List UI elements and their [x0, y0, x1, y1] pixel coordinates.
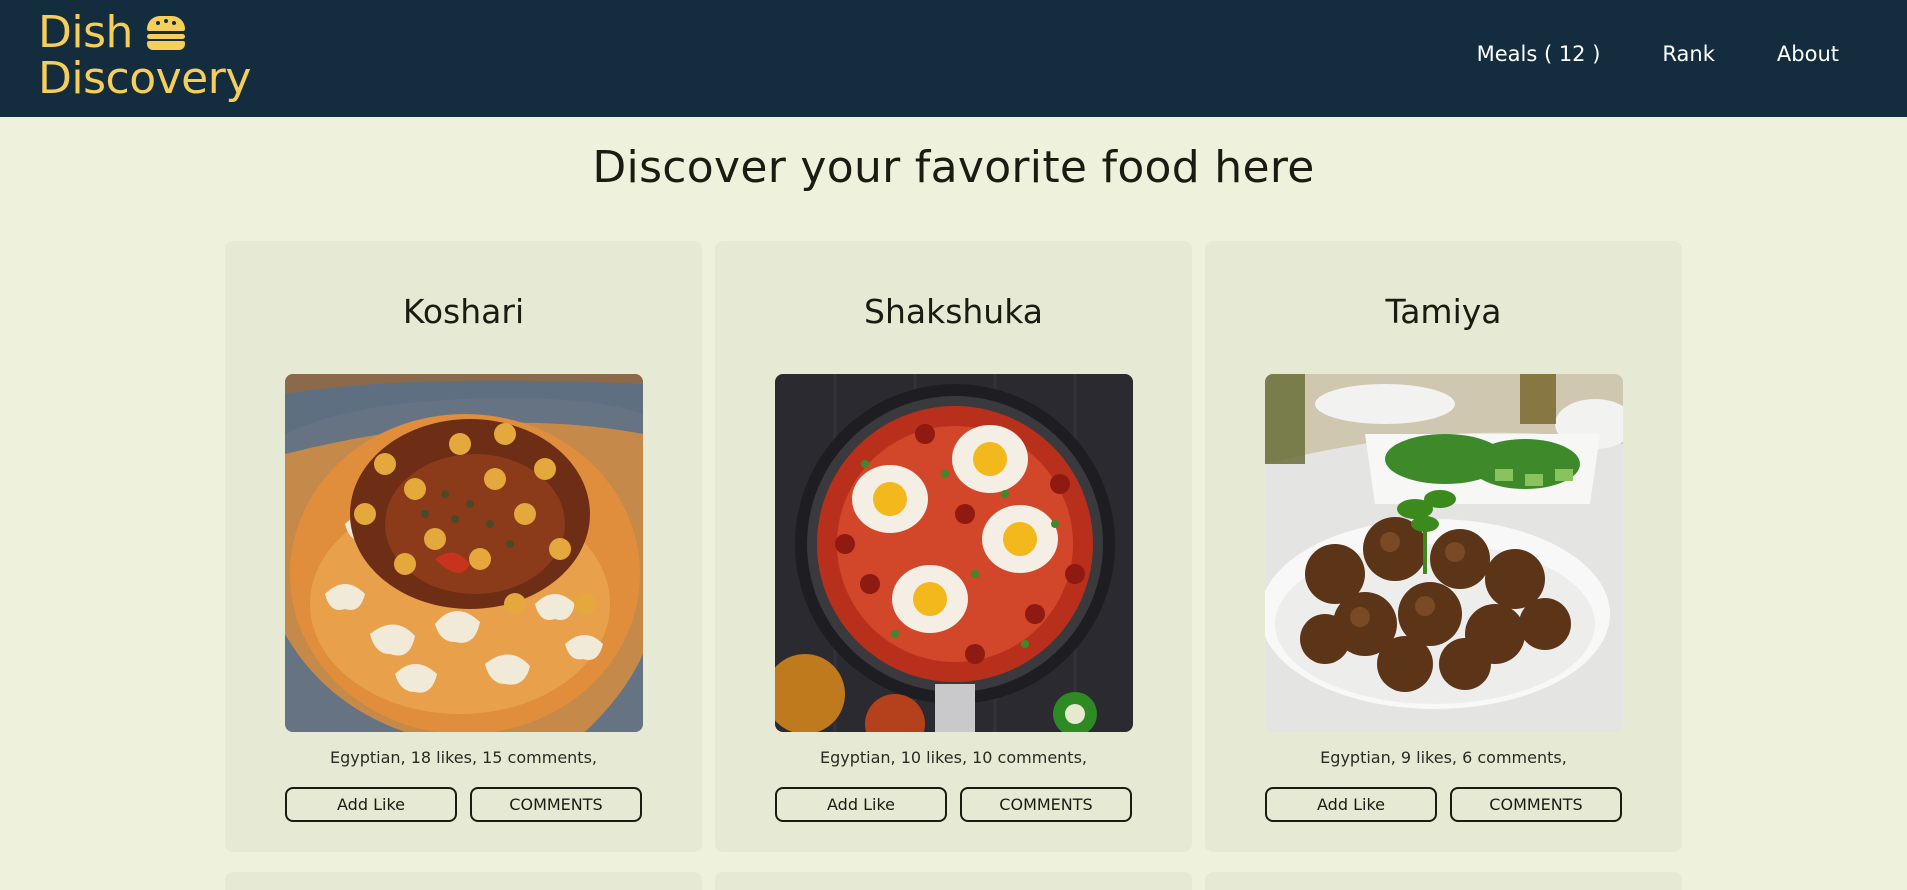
- nav-about-link[interactable]: About: [1777, 42, 1839, 66]
- meal-photo: [775, 374, 1133, 732]
- add-like-button[interactable]: Add Like: [775, 787, 947, 822]
- meal-card: [225, 872, 702, 890]
- nav-rank-link[interactable]: Rank: [1662, 42, 1714, 66]
- add-like-button[interactable]: Add Like: [1265, 787, 1437, 822]
- nav-meals-link[interactable]: Meals ( 12 ): [1477, 42, 1601, 66]
- meal-title: Koshari: [402, 292, 525, 331]
- site-header: Dish Discovery Meals ( 12 ) Rank About: [0, 0, 1907, 117]
- meal-photo: [1265, 374, 1623, 732]
- add-like-button[interactable]: Add Like: [285, 787, 457, 822]
- meal-title: Shakshuka: [864, 292, 1043, 331]
- meal-card: Tamiya Egyptian, 9 likes, 6 comments, Ad…: [1205, 241, 1682, 852]
- comments-button[interactable]: COMMENTS: [470, 787, 642, 822]
- meal-card: Koshari Egyptian, 18 likes, 15 comments,…: [225, 241, 702, 852]
- meal-card: [715, 872, 1192, 890]
- page-title: Discover your favorite food here: [592, 142, 1315, 193]
- comments-button[interactable]: COMMENTS: [960, 787, 1132, 822]
- comments-button[interactable]: COMMENTS: [1450, 787, 1622, 822]
- meal-card: [1205, 872, 1682, 890]
- meal-title: Tamiya: [1385, 292, 1502, 331]
- brand-line-1: Dish: [38, 7, 133, 58]
- meal-grid: Koshari Egyptian, 18 likes, 15 comments,…: [225, 241, 1682, 890]
- meal-photo: [285, 374, 643, 732]
- meal-card: Shakshuka Egyptian, 10 likes, 10 comment…: [715, 241, 1192, 852]
- hamburger-icon: [146, 16, 185, 50]
- brand-logo[interactable]: Dish Discovery: [38, 10, 251, 102]
- brand-line-2: Discovery: [38, 53, 251, 104]
- main-nav: Meals ( 12 ) Rank About: [1477, 42, 1839, 66]
- meal-stats: Egyptian, 10 likes, 10 comments,: [820, 748, 1087, 767]
- meal-stats: Egyptian, 9 likes, 6 comments,: [1320, 748, 1567, 767]
- meal-stats: Egyptian, 18 likes, 15 comments,: [330, 748, 597, 767]
